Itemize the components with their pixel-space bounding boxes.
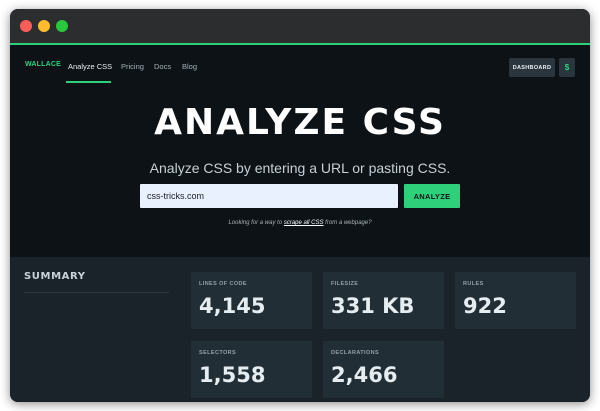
stat-card-declarations: DECLARATIONS 2,466 bbox=[323, 341, 444, 398]
hint-text-end: from a webpage? bbox=[323, 220, 372, 226]
stat-value: 2,466 bbox=[331, 363, 398, 387]
summary-divider bbox=[24, 292, 169, 293]
nav-link-blog[interactable]: Blog bbox=[182, 62, 197, 71]
analyze-button[interactable]: ANALYZE bbox=[404, 184, 460, 208]
dashboard-button[interactable]: DASHBOARD bbox=[509, 58, 555, 77]
stat-label: LINES OF CODE bbox=[199, 281, 247, 287]
stat-card-lines-of-code: LINES OF CODE 4,145 bbox=[191, 272, 312, 329]
stat-value: 331 KB bbox=[331, 294, 415, 318]
brand-logo[interactable]: WALLACE bbox=[25, 61, 61, 68]
hint-text-start: Looking for a way to bbox=[228, 220, 284, 226]
stat-label: FILESIZE bbox=[331, 281, 359, 287]
summary-heading: SUMMARY bbox=[24, 271, 86, 282]
stat-value: 1,558 bbox=[199, 363, 266, 387]
nav-link-analyze-css[interactable]: Analyze CSS bbox=[68, 62, 112, 71]
window-titlebar bbox=[10, 9, 590, 43]
stat-label: DECLARATIONS bbox=[331, 350, 380, 356]
stat-card-rules: RULES 922 bbox=[455, 272, 576, 329]
stat-card-filesize: FILESIZE 331 KB bbox=[323, 272, 444, 329]
stat-value: 4,145 bbox=[199, 294, 266, 318]
minimize-window-icon[interactable] bbox=[38, 20, 50, 32]
top-nav: WALLACE Analyze CSS Pricing Docs Blog DA… bbox=[10, 45, 590, 83]
hero-section: WALLACE Analyze CSS Pricing Docs Blog DA… bbox=[10, 45, 590, 257]
stat-value: 922 bbox=[463, 294, 507, 318]
stat-card-selectors: SELECTORS 1,558 bbox=[191, 341, 312, 398]
stat-label: SELECTORS bbox=[199, 350, 237, 356]
url-input[interactable] bbox=[140, 184, 398, 208]
page-subtitle: Analyze CSS by entering a URL or pasting… bbox=[149, 160, 451, 176]
nav-link-pricing[interactable]: Pricing bbox=[121, 62, 144, 71]
browser-window: WALLACE Analyze CSS Pricing Docs Blog DA… bbox=[10, 9, 590, 402]
close-window-icon[interactable] bbox=[20, 20, 32, 32]
scrape-css-link[interactable]: scrape all CSS bbox=[284, 220, 324, 226]
scrape-hint: Looking for a way to scrape all CSS from… bbox=[10, 220, 590, 226]
summary-section: SUMMARY LINES OF CODE 4,145 FILESIZE 331… bbox=[10, 257, 590, 402]
dollar-icon[interactable]: $ bbox=[559, 58, 575, 77]
stat-label: RULES bbox=[463, 281, 484, 287]
maximize-window-icon[interactable] bbox=[56, 20, 68, 32]
nav-link-docs[interactable]: Docs bbox=[154, 62, 171, 71]
page-title: ANALYZE CSS bbox=[154, 102, 446, 143]
active-nav-indicator bbox=[66, 81, 111, 83]
